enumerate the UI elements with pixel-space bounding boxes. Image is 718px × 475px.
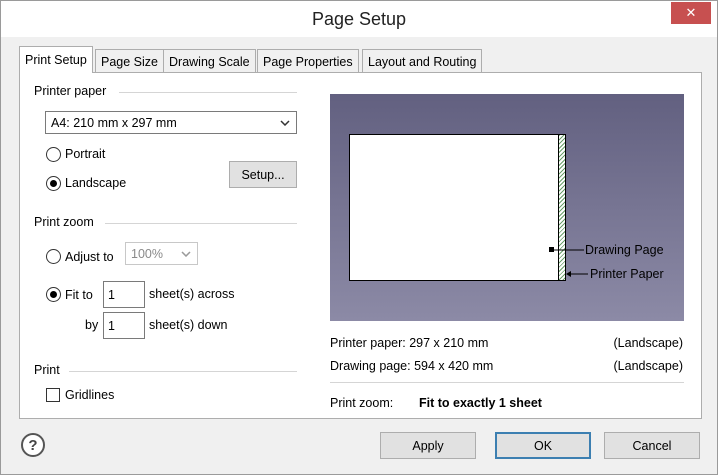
close-icon: ✕ bbox=[685, 5, 697, 20]
title-bar: Page Setup ✕ bbox=[1, 1, 717, 37]
print-group-label: Print bbox=[34, 363, 60, 377]
landscape-radio[interactable] bbox=[46, 176, 61, 191]
adjust-percent-value: 100% bbox=[131, 246, 163, 261]
help-icon[interactable]: ? bbox=[21, 433, 45, 457]
ok-button[interactable]: OK bbox=[495, 432, 591, 459]
portrait-radio[interactable] bbox=[46, 147, 61, 162]
sheets-down-label: sheet(s) down bbox=[149, 318, 228, 332]
fit-to-label[interactable]: Fit to bbox=[65, 288, 93, 302]
gridlines-checkbox[interactable] bbox=[46, 388, 60, 402]
tab-page-size[interactable]: Page Size bbox=[95, 49, 164, 73]
print-zoom-divider bbox=[105, 223, 297, 224]
tab-layout-and-routing[interactable]: Layout and Routing bbox=[362, 49, 483, 73]
sheets-across-input[interactable]: 1 bbox=[103, 281, 145, 308]
setup-button[interactable]: Setup... bbox=[229, 161, 297, 188]
fit-to-radio[interactable] bbox=[46, 287, 61, 302]
info-divider bbox=[330, 382, 684, 383]
sheets-across-label: sheet(s) across bbox=[149, 287, 235, 301]
help-glyph: ? bbox=[28, 436, 38, 454]
printer-paper-group-label: Printer paper bbox=[34, 84, 107, 98]
drawing-page-orientation: (Landscape) bbox=[613, 359, 684, 373]
chevron-down-icon bbox=[275, 113, 295, 132]
close-button[interactable]: ✕ bbox=[671, 2, 711, 24]
printer-paper-arrow bbox=[566, 271, 571, 277]
printer-paper-info: Printer paper: 297 x 210 mm bbox=[330, 336, 489, 350]
adjust-percent-select[interactable]: 100% bbox=[125, 242, 198, 265]
tab-print-setup[interactable]: Print Setup bbox=[19, 46, 93, 73]
printer-paper-divider bbox=[119, 92, 297, 93]
preview-callouts bbox=[549, 247, 588, 277]
paper-size-value: A4: 210 mm x 297 mm bbox=[51, 115, 177, 130]
printer-paper-orientation: (Landscape) bbox=[613, 336, 684, 350]
tab-page-properties[interactable]: Page Properties bbox=[257, 49, 359, 73]
gridlines-label[interactable]: Gridlines bbox=[65, 388, 114, 402]
page-preview: Drawing Page Printer Paper bbox=[330, 94, 684, 321]
paper-size-select[interactable]: A4: 210 mm x 297 mm bbox=[45, 111, 297, 134]
drawing-page-callout: Drawing Page bbox=[585, 243, 664, 257]
printer-paper-callout: Printer Paper bbox=[590, 267, 664, 281]
dialog-title: Page Setup bbox=[311, 9, 407, 29]
print-zoom-info-value: Fit to exactly 1 sheet bbox=[419, 396, 542, 410]
sheets-down-input[interactable]: 1 bbox=[103, 312, 145, 339]
print-divider bbox=[69, 371, 297, 372]
cancel-button[interactable]: Cancel bbox=[604, 432, 700, 459]
print-zoom-group-label: Print zoom bbox=[34, 215, 94, 229]
drawing-page-info: Drawing page: 594 x 420 mm bbox=[330, 359, 494, 373]
drawing-page-marker bbox=[549, 247, 554, 252]
page-setup-dialog: Page Setup ✕ Print Setup Page Size Drawi… bbox=[0, 0, 718, 475]
landscape-label[interactable]: Landscape bbox=[65, 176, 126, 190]
portrait-label[interactable]: Portrait bbox=[65, 147, 105, 161]
chevron-down-icon bbox=[176, 244, 196, 263]
apply-button[interactable]: Apply bbox=[380, 432, 476, 459]
adjust-to-label[interactable]: Adjust to bbox=[65, 250, 114, 264]
adjust-to-radio[interactable] bbox=[46, 249, 61, 264]
print-zoom-info-label: Print zoom: bbox=[330, 396, 394, 410]
tab-drawing-scale[interactable]: Drawing Scale bbox=[163, 49, 256, 73]
by-label: by bbox=[85, 318, 99, 332]
